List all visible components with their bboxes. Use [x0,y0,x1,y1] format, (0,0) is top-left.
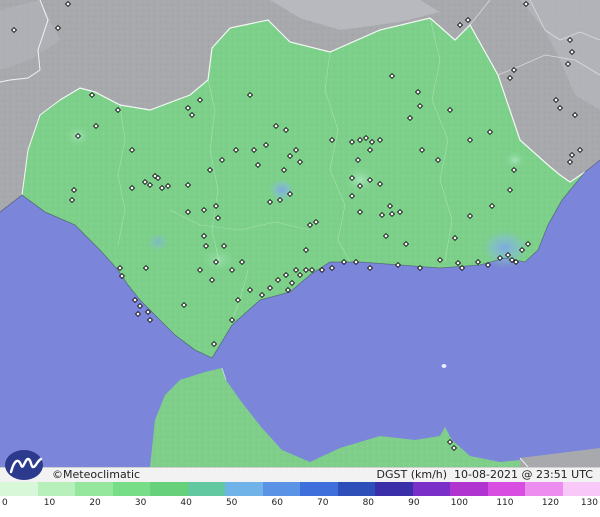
color-scale-legend: 0 10 20 30 40 50 60 70 80 90 100 110 120 130 [0,482,600,517]
color-scale-bar [0,482,600,496]
date-label: 10-08-2021 [454,468,518,481]
scale-color-cell [487,482,525,496]
scale-color-cell [0,482,38,496]
scale-color-cell [37,482,75,496]
scale-tick-label: 30 [134,498,147,508]
scale-tick-label: 100 [450,498,468,508]
scale-tick-label: 20 [89,498,101,508]
scale-color-cell [375,482,413,496]
scale-tick-label: 130 [580,498,598,508]
scale-tick-label: 80 [362,498,375,508]
scale-color-cell [300,482,338,496]
gust-hotspot [268,178,296,202]
scale-tick-label: 60 [271,498,283,508]
meteoclimatic-logo-icon [5,450,43,480]
gust-hotspot [146,232,170,252]
scale-color-cell [337,482,375,496]
scale-tick-label: 0 [2,498,8,508]
scale-color-cell [112,482,150,496]
at-sign: @ [521,468,533,481]
scale-tick-label: 90 [408,498,420,508]
map-stage: ©Meteoclimatic DGST (km/h) 10-08-2021 @ … [0,0,600,517]
scale-color-cell [562,482,600,496]
scale-color-cell [450,482,488,496]
scale-color-cell [225,482,263,496]
scale-tick-label: 110 [496,498,514,508]
scale-tick-label: 40 [180,498,192,508]
scale-color-cell [525,482,563,496]
scale-color-cell [150,482,188,496]
scale-color-cell [262,482,300,496]
color-scale-labels: 0 10 20 30 40 50 60 70 80 90 100 110 120 130 [0,498,600,512]
brand-label: ©Meteoclimatic [52,468,141,481]
product-label: DGST (km/h) 10-08-2021 @ 23:51 UTC [377,468,594,482]
scale-color-cell [187,482,225,496]
time-label: 23:51 UTC [535,468,593,481]
scale-tick-label: 10 [43,498,56,508]
gust-hotspot [503,150,527,170]
alboran-island [441,364,447,368]
scale-tick-label: 50 [225,498,238,508]
weather-map[interactable] [0,0,600,467]
scale-tick-label: 70 [317,498,329,508]
scale-color-cell [75,482,113,496]
variable-label: DGST (km/h) [376,468,448,481]
info-bar: ©Meteoclimatic DGST (km/h) 10-08-2021 @ … [0,467,600,483]
scale-color-cell [412,482,450,496]
scale-tick-label: 120 [541,498,560,508]
